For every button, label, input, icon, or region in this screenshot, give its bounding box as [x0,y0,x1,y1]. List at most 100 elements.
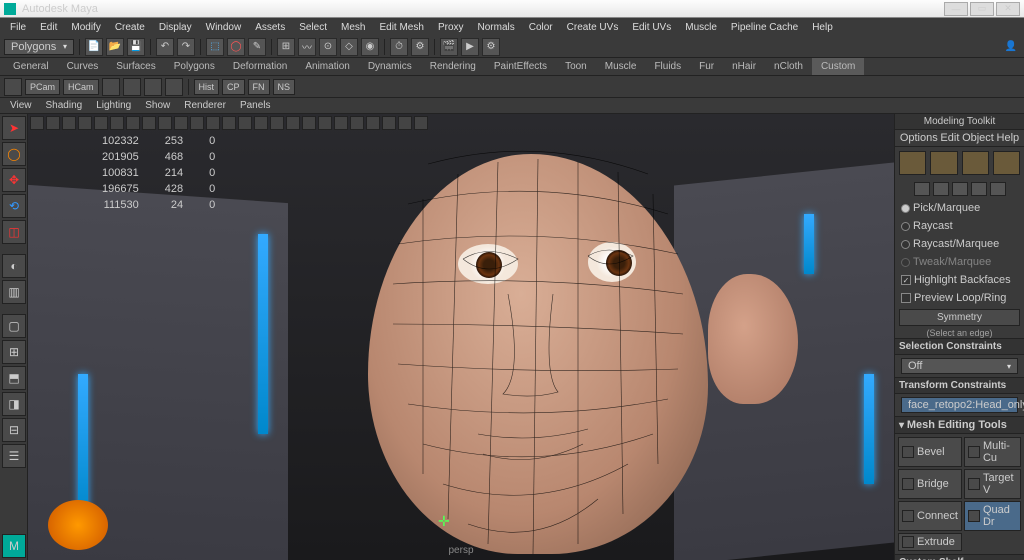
render-settings-icon[interactable]: ⚙ [482,38,500,56]
mode-raycast[interactable]: Raycast [895,217,1024,235]
vp-icon[interactable] [382,116,396,130]
shelf-tab-surfaces[interactable]: Surfaces [107,58,164,75]
vp-menu-renderer[interactable]: Renderer [178,99,232,112]
tool-target[interactable]: Target V [964,469,1021,499]
tk-menu-help[interactable]: Help [997,132,1020,144]
move-tool[interactable]: ✥ [2,168,26,192]
vp-icon[interactable] [158,116,172,130]
mesh-tools-header[interactable]: ▾ Mesh Editing Tools [895,416,1024,434]
trans-constraint-node[interactable]: face_retopo2:Head_only1:Me [901,397,1018,413]
vp-icon[interactable] [174,116,188,130]
snap-grid-icon[interactable]: ⊞ [277,38,295,56]
menu-display[interactable]: Display [153,20,198,35]
marquee-icon[interactable] [914,182,930,196]
shelf-tab-ncloth[interactable]: nCloth [765,58,812,75]
layout-four[interactable]: ⊞ [2,340,26,364]
vp-icon[interactable] [254,116,268,130]
component-edge-icon[interactable] [962,151,989,175]
tool-bridge[interactable]: Bridge [898,469,962,499]
vp-icon[interactable] [270,116,284,130]
menu-editmesh[interactable]: Edit Mesh [373,20,429,35]
tk-menu-options[interactable]: Options [900,132,938,144]
vp-menu-lighting[interactable]: Lighting [90,99,137,112]
tool-connect[interactable]: Connect [898,501,962,531]
mode-raycast-marquee[interactable]: Raycast/Marquee [895,235,1024,253]
snap-curve-icon[interactable]: 〰 [298,38,316,56]
layout-three[interactable]: ⊟ [2,418,26,442]
component-object-icon[interactable] [899,151,926,175]
history-icon[interactable]: ⏱ [390,38,408,56]
menu-pipeline[interactable]: Pipeline Cache [725,20,804,35]
vp-icon[interactable] [190,116,204,130]
layout-two-h[interactable]: ⬒ [2,366,26,390]
lasso-tool[interactable]: ◯ [2,142,26,166]
vp-icon[interactable] [94,116,108,130]
vp-icon[interactable] [206,116,220,130]
menu-create[interactable]: Create [109,20,151,35]
rotate-tool[interactable]: ⟲ [2,194,26,218]
vp-menu-panels[interactable]: Panels [234,99,277,112]
highlight-backfaces[interactable]: ✓Highlight Backfaces [895,271,1024,289]
vp-icon[interactable] [302,116,316,130]
render-icon[interactable]: 🎬 [440,38,458,56]
shelf-tab-muscle[interactable]: Muscle [596,58,646,75]
shelf-hcam[interactable]: HCam [63,79,99,95]
mode-dropdown[interactable]: Polygons [4,39,74,55]
symmetry-tool[interactable]: ▥ [2,280,26,304]
shelf-tab-fluids[interactable]: Fluids [645,58,690,75]
account-icon[interactable]: 👤 [1002,38,1020,56]
snap-plane-icon[interactable]: ◇ [340,38,358,56]
menu-window[interactable]: Window [200,20,248,35]
viewport[interactable]: Viewport 2.0 1023322530 2019054680 10083… [28,114,894,560]
vp-menu-view[interactable]: View [4,99,38,112]
vp-menu-show[interactable]: Show [139,99,176,112]
menu-select[interactable]: Select [293,20,333,35]
shelf-fn[interactable]: FN [248,79,270,95]
shelf-tab-toon[interactable]: Toon [556,58,596,75]
minimize-button[interactable]: — [944,2,968,16]
construction-icon[interactable]: ⚙ [411,38,429,56]
menu-edit[interactable]: Edit [34,20,63,35]
menu-muscle[interactable]: Muscle [679,20,723,35]
shelf-tab-polygons[interactable]: Polygons [165,58,224,75]
new-scene-icon[interactable]: 📄 [85,38,103,56]
select-tool[interactable]: ➤ [2,116,26,140]
layout-single[interactable]: ▢ [2,314,26,338]
snap-live-icon[interactable]: ◉ [361,38,379,56]
mode-pick[interactable]: Pick/Marquee [895,199,1024,217]
vp-icon[interactable] [126,116,140,130]
shelf-tab-painteffects[interactable]: PaintEffects [485,58,556,75]
shelf-cp[interactable]: CP [222,79,245,95]
transform-constraints-header[interactable]: Transform Constraints [895,377,1024,394]
menu-color[interactable]: Color [523,20,559,35]
grow-icon[interactable] [971,182,987,196]
shelf-tab-custom[interactable]: Custom [812,58,864,75]
snap-point-icon[interactable]: ⊙ [319,38,337,56]
vp-icon[interactable] [414,116,428,130]
maya-logo-icon[interactable]: M [2,534,26,558]
vp-icon[interactable] [350,116,364,130]
menu-mesh[interactable]: Mesh [335,20,371,35]
layout-outliner[interactable]: ☰ [2,444,26,468]
custom-shelf-header[interactable]: Custom Shelf [895,554,1024,560]
vp-icon[interactable] [110,116,124,130]
menu-assets[interactable]: Assets [249,20,291,35]
menu-modify[interactable]: Modify [65,20,106,35]
shelf-tab-rendering[interactable]: Rendering [421,58,485,75]
sel-constraint-dropdown[interactable]: Off [901,358,1018,374]
maximize-button[interactable]: ▭ [970,2,994,16]
vp-icon[interactable] [398,116,412,130]
tk-menu-edit[interactable]: Edit [940,132,959,144]
tool-extrude[interactable]: Extrude [898,533,962,551]
menu-normals[interactable]: Normals [472,20,521,35]
close-button[interactable]: ✕ [996,2,1020,16]
vp-icon[interactable] [142,116,156,130]
menu-createuvs[interactable]: Create UVs [561,20,625,35]
shelf-hist[interactable]: Hist [194,79,220,95]
drag-icon[interactable] [933,182,949,196]
shelf-tab-fur[interactable]: Fur [690,58,723,75]
layout-two-v[interactable]: ◨ [2,392,26,416]
vp-icon[interactable] [46,116,60,130]
shelf-ns[interactable]: NS [273,79,296,95]
select-tool-icon[interactable]: ⬚ [206,38,224,56]
